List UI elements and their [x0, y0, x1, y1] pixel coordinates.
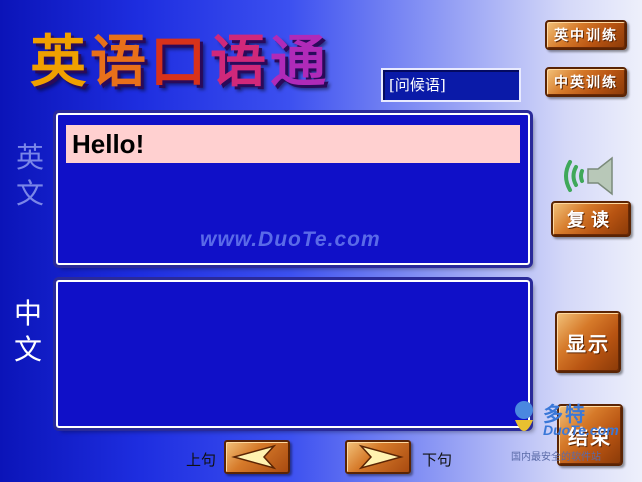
next-label: 下句 — [422, 451, 453, 469]
show-button[interactable]: 显示 — [555, 311, 621, 373]
app-title: 英语口语通 — [30, 22, 370, 102]
app-title-char-3: 口 — [150, 29, 210, 95]
chinese-panel — [56, 280, 530, 428]
cn-en-training-button[interactable]: 中英训练 — [545, 67, 627, 97]
next-sentence-button[interactable] — [345, 440, 411, 474]
english-sentence: Hello! — [66, 125, 520, 163]
app-title-char-5: 通 — [270, 29, 330, 95]
chinese-label: 中文 — [13, 297, 42, 366]
duote-logo-en: DuoTe.com — [543, 422, 619, 438]
app-title-char-4: 语 — [210, 29, 270, 95]
speaker-icon[interactable] — [556, 150, 620, 202]
en-cn-training-button[interactable]: 英中训练 — [545, 20, 627, 50]
english-label: 英文 — [15, 141, 44, 210]
lesson-selector-label: [问候语] — [389, 76, 446, 94]
app-title-char-2: 语 — [90, 29, 150, 95]
app-title-char-1: 英 — [30, 29, 90, 95]
prev-label: 上句 — [186, 451, 217, 469]
duote-logo-subtitle: 国内最安全的软件站 — [511, 452, 601, 463]
duote-logo: 多特 DuoTe.com 国内最安全的软件站 — [509, 398, 637, 468]
prev-sentence-button[interactable] — [224, 440, 290, 474]
lesson-selector[interactable]: [问候语] — [381, 68, 521, 102]
arrow-left-icon — [231, 444, 277, 470]
watermark: www.DuoTe.com — [200, 228, 381, 251]
duote-logo-icon — [515, 401, 533, 431]
repeat-button[interactable]: 复读 — [551, 201, 631, 237]
arrow-right-icon — [358, 444, 404, 470]
